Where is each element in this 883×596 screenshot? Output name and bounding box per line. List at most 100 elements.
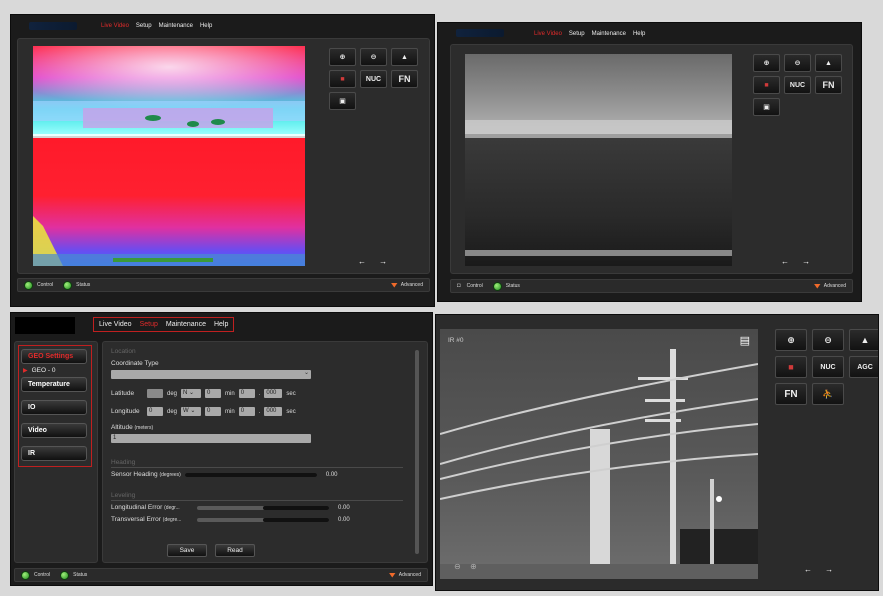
arrow-right-icon[interactable]: → [802, 257, 810, 266]
longitude-min-input[interactable]: 0 [205, 407, 222, 416]
zoom-out-icon[interactable]: ⊖ [454, 562, 461, 571]
sidebar-subitem-geo-0[interactable]: ▶ GEO - 0 [23, 367, 91, 374]
longitude-sec-input-b[interactable]: 000 [264, 407, 283, 416]
menu-maintenance[interactable]: Maintenance [592, 31, 626, 37]
form-scrollbar[interactable] [415, 350, 419, 554]
mountain-button[interactable]: ▲ [391, 48, 418, 66]
menu-live-video[interactable]: Live Video [534, 31, 562, 37]
frame-nav: ← → [804, 565, 833, 574]
latitude-dir-select[interactable]: N ⌄ [181, 389, 202, 398]
fn-button[interactable]: FN [391, 70, 418, 88]
menu-setup[interactable]: Setup [136, 23, 152, 29]
mountain-button[interactable]: ▲ [815, 54, 842, 72]
thermal-feed-color[interactable] [33, 46, 305, 266]
longitude-sec-input-a[interactable]: 0 [238, 407, 255, 416]
coordinate-type-select[interactable]: ⌄ [111, 370, 311, 379]
control-status-icon [21, 570, 30, 580]
palette-button[interactable]: ■ [329, 70, 356, 88]
zoom-in-button[interactable]: ⊕ [753, 54, 780, 72]
altitude-input[interactable]: 1 [111, 434, 311, 443]
altitude-label: Altitude (meters) [111, 424, 153, 431]
menu-maintenance[interactable]: Maintenance [159, 23, 193, 29]
zoom-in-icon[interactable]: ⊕ [470, 562, 477, 571]
sidebar-menu: GEO Settings ▶ GEO - 0 Temperature IO Vi… [18, 345, 92, 467]
status-link[interactable]: Status [506, 283, 520, 289]
document-icon[interactable]: ▤ [740, 334, 750, 347]
menu-help[interactable]: Help [214, 321, 228, 328]
zoom-in-button[interactable]: ⊕ [329, 48, 356, 66]
arrow-left-icon[interactable]: ← [781, 257, 789, 266]
longitudinal-error-label: Longitudinal Error (degr... [111, 504, 193, 511]
menu-maintenance[interactable]: Maintenance [166, 321, 206, 328]
agc-button[interactable]: AGC [849, 356, 878, 378]
sidebar-item-video[interactable]: Video [21, 423, 87, 438]
zoom-out-button[interactable]: ⊖ [360, 48, 387, 66]
main-menu: Live Video Setup Maintenance Help [93, 317, 235, 332]
menu-live-video[interactable]: Live Video [99, 321, 132, 328]
transversal-error-value: 0.00 [338, 516, 350, 523]
latitude-deg-input[interactable] [147, 389, 163, 398]
frame-rate-indicator [795, 259, 796, 264]
advanced-label: Advanced [400, 282, 423, 288]
advanced-toggle[interactable]: Advanced [813, 283, 846, 289]
sidebar-item-io[interactable]: IO [21, 400, 87, 415]
nuc-button[interactable]: NUC [784, 76, 811, 94]
status-link[interactable]: Status [73, 572, 87, 578]
arrow-right-icon[interactable]: → [379, 257, 387, 266]
longitude-row: Longitude 0 deg W ⌄ 0 min 0 . 000 sec [111, 407, 296, 416]
altitude-label-text: Altitude [111, 424, 133, 431]
zoom-out-button[interactable]: ⊖ [784, 54, 811, 72]
arrow-left-icon[interactable]: ← [358, 257, 366, 266]
thermal-feed-gray[interactable] [465, 54, 732, 266]
snapshot-button[interactable]: ▣ [753, 98, 780, 116]
fn-button[interactable]: FN [815, 76, 842, 94]
read-button[interactable]: Read [215, 544, 255, 557]
control-link[interactable]: Control [37, 282, 53, 288]
sidebar-item-temperature[interactable]: Temperature [21, 377, 87, 392]
logo [29, 22, 77, 30]
palette-button[interactable]: ■ [753, 76, 780, 94]
ir-feed-label: IR #0 [448, 337, 464, 344]
transversal-error-text: Transversal Error [111, 516, 161, 523]
frame-nav: ← → [358, 257, 387, 266]
snapshot-button[interactable]: ▣ [329, 92, 356, 110]
palette-button[interactable]: ■ [775, 356, 807, 378]
control-link[interactable]: Control [467, 283, 483, 289]
footer-bar: Control Status Advanced [14, 568, 428, 582]
menu-setup[interactable]: Setup [569, 31, 585, 37]
latitude-sec-input-a[interactable]: 0 [238, 389, 255, 398]
longitude-dir-select[interactable]: W ⌄ [181, 407, 202, 416]
status-link[interactable]: Status [76, 282, 90, 288]
save-button[interactable]: Save [167, 544, 207, 557]
sensor-heading-unit: (degrees) [159, 472, 181, 478]
control-link[interactable]: Control [34, 572, 50, 578]
latitude-label: Latitude [111, 390, 135, 397]
mountain-button[interactable]: ▲ [849, 329, 878, 351]
setup-sidebar: GEO Settings ▶ GEO - 0 Temperature IO Vi… [14, 341, 98, 563]
menu-help[interactable]: Help [633, 31, 645, 37]
fn-button[interactable]: FN [775, 383, 807, 405]
zoom-out-button[interactable]: ⊖ [812, 329, 844, 351]
longitudinal-error-value: 0.00 [338, 504, 350, 511]
sidebar-item-geo-settings[interactable]: GEO Settings [21, 349, 87, 364]
arrow-left-icon[interactable]: ← [804, 565, 812, 574]
menu-live-video[interactable]: Live Video [101, 23, 129, 29]
sec-label: sec [286, 408, 296, 415]
arrow-right-icon: ▶ [23, 368, 28, 374]
latitude-sec-input-b[interactable]: 000 [264, 389, 283, 398]
arrow-right-icon[interactable]: → [825, 565, 833, 574]
chevron-down-icon: ⌄ [303, 370, 309, 376]
advanced-toggle[interactable]: Advanced [390, 282, 423, 288]
menu-help[interactable]: Help [200, 23, 212, 29]
nuc-button[interactable]: NUC [360, 70, 387, 88]
longitude-deg-input[interactable]: 0 [147, 407, 163, 416]
status-icon [60, 570, 70, 580]
nuc-button[interactable]: NUC [812, 356, 844, 378]
latitude-min-input[interactable]: 0 [205, 389, 222, 398]
advanced-toggle[interactable]: Advanced [388, 572, 421, 578]
sidebar-item-ir[interactable]: IR [21, 446, 87, 461]
person-tracking-button[interactable]: ⛹ [812, 383, 844, 405]
ir-video-feed[interactable]: IR #0 ▤ ⊖ ⊕ [440, 329, 758, 579]
zoom-in-button[interactable]: ⊕ [775, 329, 807, 351]
menu-setup[interactable]: Setup [140, 321, 158, 328]
